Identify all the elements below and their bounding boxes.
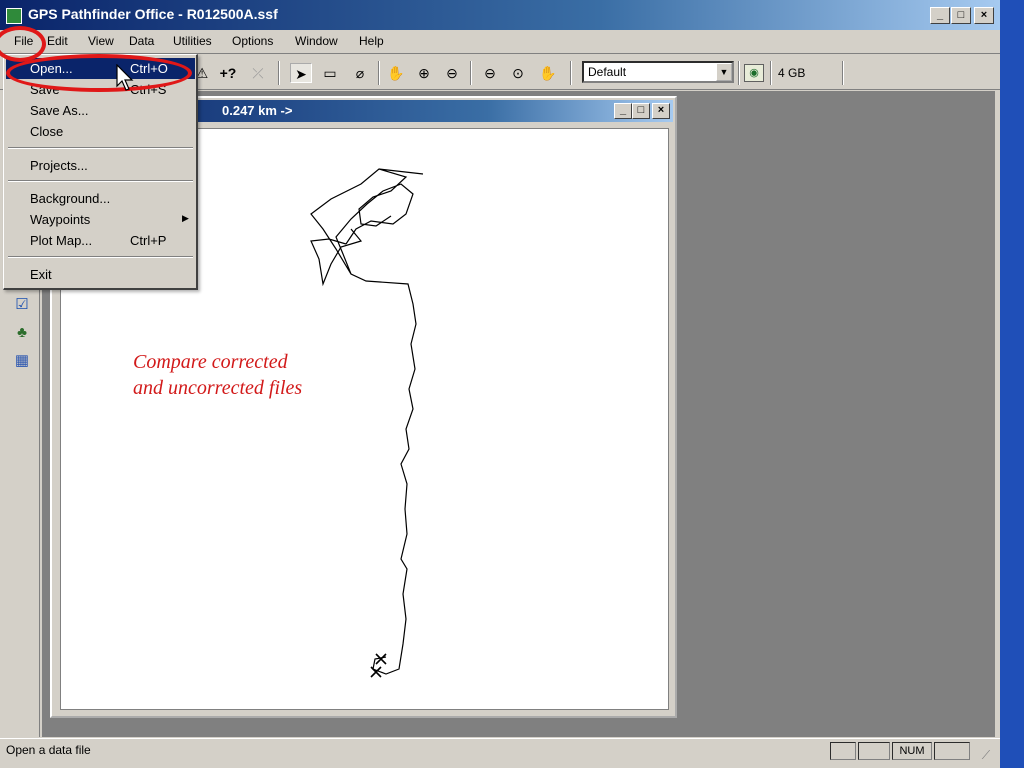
select-pointer-icon[interactable]: ➤ (290, 63, 312, 83)
menu-item-label: Plot Map... (30, 233, 93, 248)
annotation-line-2: and uncorrected files (133, 377, 303, 399)
annotation-text: Compare corrected and uncorrected files (133, 349, 302, 401)
menu-separator (8, 147, 193, 149)
map-close-button[interactable]: × (652, 103, 670, 119)
menu-separator (8, 180, 193, 182)
maximize-button[interactable]: □ (951, 7, 971, 24)
menu-item-label: Waypoints (30, 212, 91, 227)
minimize-button[interactable]: _ (930, 7, 950, 24)
menu-edit[interactable]: Edit (47, 34, 68, 48)
toolbar-separator (570, 61, 572, 85)
layer-combo-value: Default (588, 65, 627, 79)
menu-view[interactable]: View (88, 34, 114, 48)
menu-item-background[interactable]: Background... (6, 188, 195, 209)
menu-item-waypoints[interactable]: Waypoints ▶ (6, 209, 195, 230)
num-lock-indicator: NUM (892, 742, 932, 760)
menu-item-label: Projects... (30, 158, 88, 173)
toolbar-separator (278, 61, 280, 85)
feature-icon[interactable]: ♣ (12, 323, 32, 343)
status-panel (934, 742, 970, 760)
close-button[interactable]: × (974, 7, 994, 24)
zoom-previous-icon[interactable]: ⊙ (506, 63, 530, 83)
zoom-extents-icon[interactable]: ⊖ (478, 63, 502, 83)
measure-ruler-icon[interactable]: ▭ (318, 63, 342, 83)
toolbar-separator (842, 61, 844, 85)
eraser-icon[interactable]: ⌀ (348, 63, 372, 83)
zoom-out-icon[interactable]: ⊖ (440, 63, 464, 83)
menu-item-exit[interactable]: Exit (6, 264, 195, 285)
menu-item-label: Background... (30, 191, 111, 206)
menu-item-label: Exit (30, 267, 52, 282)
menu-window[interactable]: Window (295, 34, 338, 48)
menu-options[interactable]: Options (232, 34, 273, 48)
status-panel (858, 742, 890, 760)
checklist-icon[interactable]: ☑ (12, 295, 32, 315)
map-scale-label: 0.247 km -> (222, 103, 293, 118)
menu-item-label: Close (30, 124, 64, 139)
pan-to-icon[interactable]: ✋ (536, 63, 560, 83)
map-maximize-button[interactable]: □ (632, 103, 650, 119)
toolbar-separator (378, 61, 380, 85)
map-minimize-button[interactable]: _ (614, 103, 632, 119)
storage-label: 4 GB (778, 66, 806, 80)
distance-icon[interactable]: ⤫ (246, 63, 270, 83)
menu-item-label: Save As... (30, 103, 89, 118)
menu-item-projects[interactable]: Projects... (6, 155, 195, 176)
layer-combo[interactable]: Default ▼ (582, 61, 734, 83)
globe-storage-icon[interactable]: ◉ (744, 64, 764, 82)
toolbar-separator (470, 61, 472, 85)
title-bar[interactable]: GPS Pathfinder Office - R012500A.ssf _ □… (0, 0, 1000, 30)
status-text: Open a data file (6, 743, 91, 757)
toolbar-separator (738, 61, 740, 85)
submenu-arrow-icon: ▶ (182, 213, 189, 223)
menu-item-save-as[interactable]: Save As... (6, 100, 195, 121)
menu-item-shortcut: Ctrl+P (130, 233, 167, 248)
resize-grip-icon[interactable]: ⟋ (978, 745, 994, 765)
gps-track (310, 168, 424, 675)
highlight-ellipse-open-item (6, 54, 192, 92)
transfer-icon[interactable]: ▦ (12, 351, 32, 371)
pan-hand-icon[interactable]: ✋ (384, 63, 408, 83)
menu-help[interactable]: Help (359, 34, 384, 48)
annotation-line-1: Compare corrected (133, 351, 288, 373)
menu-bar: File Edit View Data Utilities Options Wi… (0, 30, 1000, 54)
pathfinder-app-icon[interactable] (6, 8, 22, 24)
status-bar: Open a data file NUM ⟋ (0, 738, 1000, 762)
add-query-icon[interactable]: +? (216, 63, 240, 83)
toolbar-separator (770, 61, 772, 85)
menu-item-plot-map[interactable]: Plot Map... Ctrl+P (6, 230, 195, 251)
menu-data[interactable]: Data (129, 34, 154, 48)
mouse-pointer-icon (116, 64, 134, 91)
status-panel (830, 742, 856, 760)
menu-separator (8, 256, 193, 258)
menu-item-close[interactable]: Close (6, 121, 195, 142)
application-window: GPS Pathfinder Office - R012500A.ssf _ □… (0, 0, 1000, 768)
chevron-down-icon[interactable]: ▼ (716, 63, 732, 81)
window-title: GPS Pathfinder Office - R012500A.ssf (28, 6, 278, 22)
menu-utilities[interactable]: Utilities (173, 34, 212, 48)
zoom-in-icon[interactable]: ⊕ (412, 63, 436, 83)
